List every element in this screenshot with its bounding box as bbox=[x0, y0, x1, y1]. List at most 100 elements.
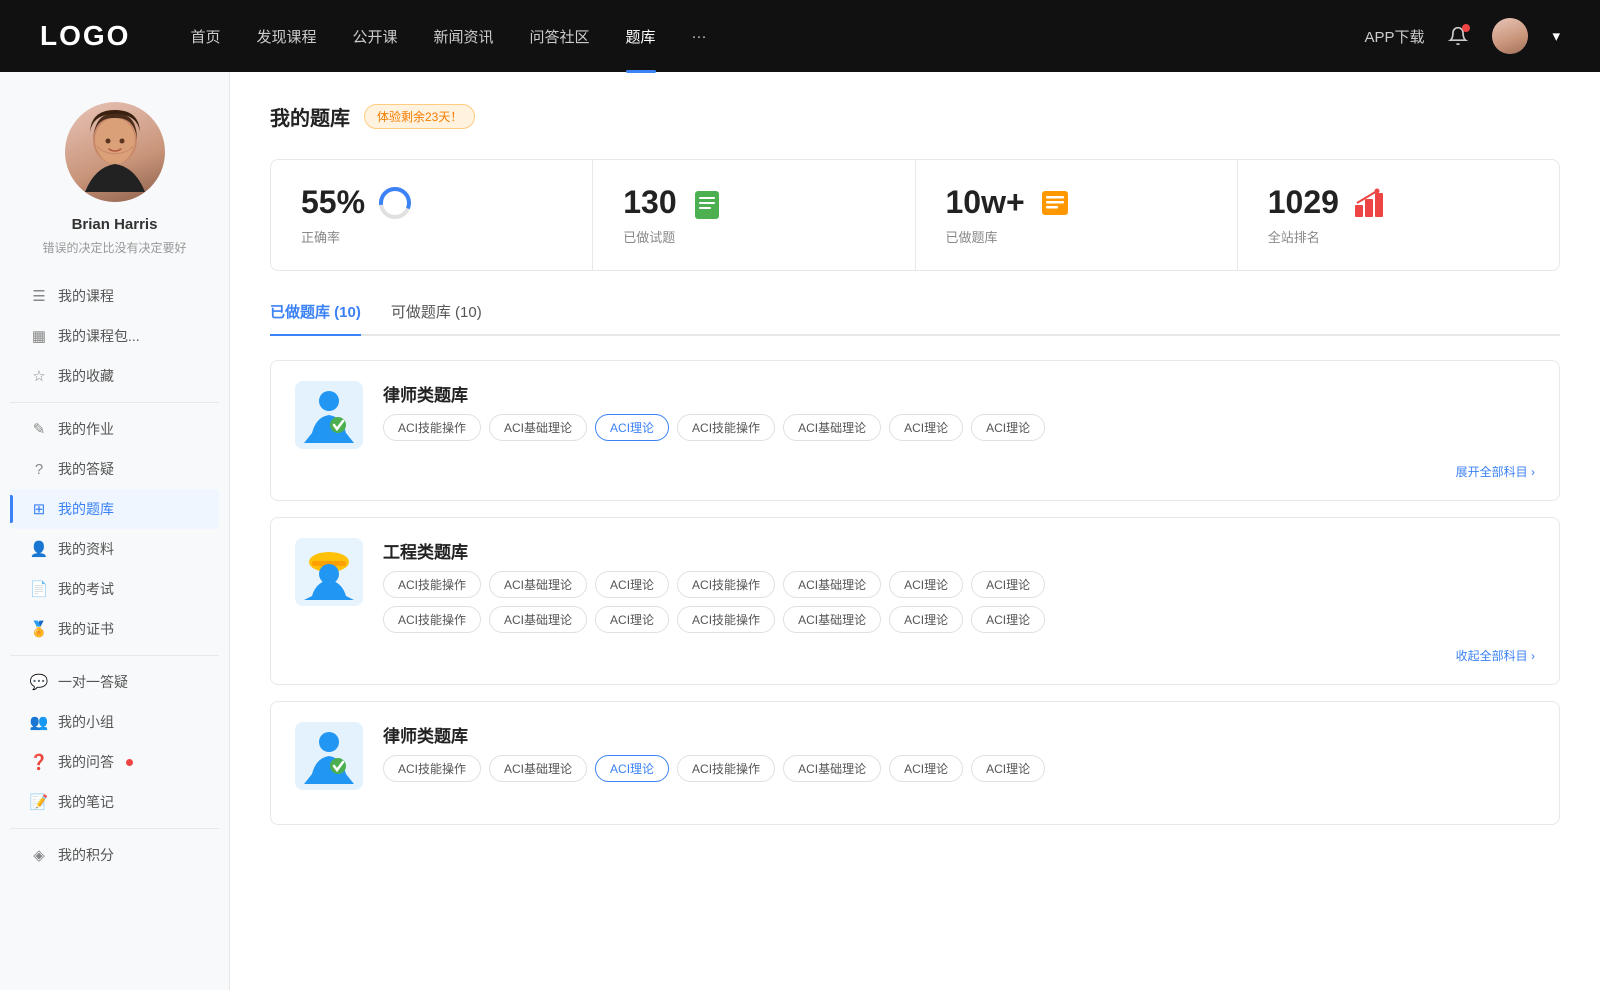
sidebar-item-profile[interactable]: 👤 我的资料 bbox=[10, 529, 219, 569]
user-chevron-icon[interactable]: ▾ bbox=[1552, 27, 1560, 45]
expand-link-2[interactable]: 收起全部科目 › bbox=[295, 647, 1535, 664]
tag-3-3[interactable]: ACI技能操作 bbox=[677, 755, 775, 782]
sidebar-item-exam[interactable]: 📄 我的考试 bbox=[10, 569, 219, 609]
tag-1-4[interactable]: ACI基础理论 bbox=[783, 414, 881, 441]
expand-link-1[interactable]: 展开全部科目 › bbox=[295, 463, 1535, 480]
tabs-row: 已做题库 (10) 可做题库 (10) bbox=[270, 301, 1560, 336]
sidebar-divider-2 bbox=[10, 655, 219, 656]
tag-1-2[interactable]: ACI理论 bbox=[595, 414, 669, 441]
tag-2-10[interactable]: ACI技能操作 bbox=[677, 606, 775, 633]
app-download-button[interactable]: APP下载 bbox=[1364, 26, 1424, 47]
qbank-title-3: 律师类题库 bbox=[383, 722, 1535, 747]
stat-top-rank: 1029 bbox=[1268, 184, 1529, 221]
sidebar-item-notes[interactable]: 📝 我的笔记 bbox=[10, 782, 219, 822]
edit-icon: ✎ bbox=[30, 420, 48, 438]
stat-banks-done: 10w+ 已做题库 bbox=[916, 160, 1238, 270]
nav-discover[interactable]: 发现课程 bbox=[256, 26, 316, 47]
tag-2-9[interactable]: ACI理论 bbox=[595, 606, 669, 633]
qbank-tags-1: ACI技能操作 ACI基础理论 ACI理论 ACI技能操作 ACI基础理论 AC… bbox=[383, 414, 1535, 441]
nav-home[interactable]: 首页 bbox=[190, 26, 220, 47]
sidebar-motto: 错误的决定比没有决定要好 bbox=[26, 239, 202, 256]
qbank-info-3: 律师类题库 ACI技能操作 ACI基础理论 ACI理论 ACI技能操作 ACI基… bbox=[383, 722, 1535, 782]
star-icon: ☆ bbox=[30, 367, 48, 385]
tag-3-2[interactable]: ACI理论 bbox=[595, 755, 669, 782]
sidebar-item-points[interactable]: ◈ 我的积分 bbox=[10, 835, 219, 875]
qbank-card-lawyer-1: 律师类题库 ACI技能操作 ACI基础理论 ACI理论 ACI技能操作 ACI基… bbox=[270, 360, 1560, 501]
tag-2-11[interactable]: ACI基础理论 bbox=[783, 606, 881, 633]
stat-label-accuracy: 正确率 bbox=[301, 227, 562, 246]
nav-more[interactable]: ··· bbox=[692, 28, 707, 45]
sidebar-divider-1 bbox=[10, 402, 219, 403]
stat-label-banks: 已做题库 bbox=[946, 227, 1207, 246]
stat-label-rank: 全站排名 bbox=[1268, 227, 1529, 246]
sidebar-menu: ☰ 我的课程 ▦ 我的课程包... ☆ 我的收藏 ✎ 我的作业 ? 我的答 bbox=[0, 276, 229, 875]
note-green-icon bbox=[689, 185, 725, 221]
tag-2-12[interactable]: ACI理论 bbox=[889, 606, 963, 633]
sidebar-item-favorites[interactable]: ☆ 我的收藏 bbox=[10, 356, 219, 396]
tag-2-1[interactable]: ACI基础理论 bbox=[489, 571, 587, 598]
tag-1-1[interactable]: ACI基础理论 bbox=[489, 414, 587, 441]
tab-done[interactable]: 已做题库 (10) bbox=[270, 301, 361, 334]
notification-dot bbox=[1462, 24, 1470, 32]
tag-2-2[interactable]: ACI理论 bbox=[595, 571, 669, 598]
tag-2-4[interactable]: ACI基础理论 bbox=[783, 571, 881, 598]
sidebar-item-group[interactable]: 👥 我的小组 bbox=[10, 702, 219, 742]
qbank-header-2: 工程类题库 ACI技能操作 ACI基础理论 ACI理论 ACI技能操作 ACI基… bbox=[295, 538, 1535, 633]
stat-value-rank: 1029 bbox=[1268, 184, 1339, 221]
sidebar-item-qbank[interactable]: ⊞ 我的题库 bbox=[10, 489, 219, 529]
logo[interactable]: LOGO bbox=[40, 20, 130, 52]
navbar-right: APP下载 ▾ bbox=[1364, 18, 1560, 54]
tag-2-5[interactable]: ACI理论 bbox=[889, 571, 963, 598]
sidebar-item-coursepack[interactable]: ▦ 我的课程包... bbox=[10, 316, 219, 356]
tag-1-5[interactable]: ACI理论 bbox=[889, 414, 963, 441]
tag-3-0[interactable]: ACI技能操作 bbox=[383, 755, 481, 782]
qbank-icon-lawyer-1 bbox=[295, 381, 363, 449]
stat-label-questions: 已做试题 bbox=[623, 227, 884, 246]
tag-1-6[interactable]: ACI理论 bbox=[971, 414, 1045, 441]
qa-notification-dot bbox=[126, 759, 133, 766]
sidebar-item-homework[interactable]: ✎ 我的作业 bbox=[10, 409, 219, 449]
nav-qbank[interactable]: 题库 bbox=[626, 26, 656, 47]
tag-1-3[interactable]: ACI技能操作 bbox=[677, 414, 775, 441]
tag-2-0[interactable]: ACI技能操作 bbox=[383, 571, 481, 598]
chart-icon: ▦ bbox=[30, 327, 48, 345]
tag-2-6[interactable]: ACI理论 bbox=[971, 571, 1045, 598]
stat-value-accuracy: 55% bbox=[301, 184, 365, 221]
tag-1-0[interactable]: ACI技能操作 bbox=[383, 414, 481, 441]
sidebar-item-qa-mine[interactable]: ? 我的答疑 bbox=[10, 449, 219, 489]
tag-2-8[interactable]: ACI基础理论 bbox=[489, 606, 587, 633]
qbank-info-1: 律师类题库 ACI技能操作 ACI基础理论 ACI理论 ACI技能操作 ACI基… bbox=[383, 381, 1535, 441]
avatar[interactable] bbox=[1492, 18, 1528, 54]
qa-icon: ❓ bbox=[30, 753, 48, 771]
sidebar-item-course[interactable]: ☰ 我的课程 bbox=[10, 276, 219, 316]
tag-3-5[interactable]: ACI理论 bbox=[889, 755, 963, 782]
sidebar-item-cert[interactable]: 🏅 我的证书 bbox=[10, 609, 219, 649]
tag-2-3[interactable]: ACI技能操作 bbox=[677, 571, 775, 598]
nav-opencourse[interactable]: 公开课 bbox=[352, 26, 397, 47]
tag-3-6[interactable]: ACI理论 bbox=[971, 755, 1045, 782]
sidebar-username: Brian Harris bbox=[72, 216, 158, 233]
sidebar-item-1on1[interactable]: 💬 一对一答疑 bbox=[10, 662, 219, 702]
qbank-header-3: 律师类题库 ACI技能操作 ACI基础理论 ACI理论 ACI技能操作 ACI基… bbox=[295, 722, 1535, 790]
tab-available[interactable]: 可做题库 (10) bbox=[391, 301, 482, 334]
main-content: 我的题库 体验剩余23天！ 55% 正确率 bbox=[230, 72, 1600, 990]
notification-bell[interactable] bbox=[1444, 22, 1472, 50]
bank-orange-icon bbox=[1037, 185, 1073, 221]
nav-news[interactable]: 新闻资讯 bbox=[434, 26, 494, 47]
stat-top-accuracy: 55% bbox=[301, 184, 562, 221]
doc-icon: 📄 bbox=[30, 580, 48, 598]
tag-3-1[interactable]: ACI基础理论 bbox=[489, 755, 587, 782]
navbar: LOGO 首页 发现课程 公开课 新闻资讯 问答社区 题库 ··· APP下载 … bbox=[0, 0, 1600, 72]
qbank-icon-engineer bbox=[295, 538, 363, 606]
group-icon: 👥 bbox=[30, 713, 48, 731]
sidebar-item-myqa[interactable]: ❓ 我的问答 bbox=[10, 742, 219, 782]
stat-accuracy: 55% 正确率 bbox=[271, 160, 593, 270]
tag-3-4[interactable]: ACI基础理论 bbox=[783, 755, 881, 782]
tag-2-7[interactable]: ACI技能操作 bbox=[383, 606, 481, 633]
tag-2-13[interactable]: ACI理论 bbox=[971, 606, 1045, 633]
trial-badge: 体验剩余23天！ bbox=[364, 104, 475, 129]
qbank-title-1: 律师类题库 bbox=[383, 381, 1535, 406]
sidebar-divider-3 bbox=[10, 828, 219, 829]
page-wrapper: Brian Harris 错误的决定比没有决定要好 ☰ 我的课程 ▦ 我的课程包… bbox=[0, 72, 1600, 990]
nav-qa[interactable]: 问答社区 bbox=[530, 26, 590, 47]
